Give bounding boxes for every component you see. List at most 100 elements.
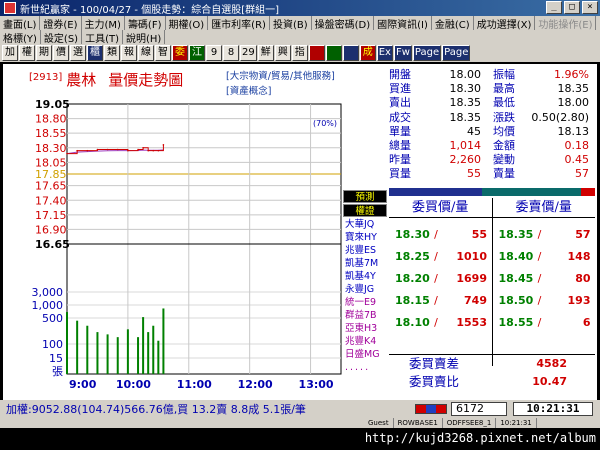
stock-code-input[interactable]: 6172: [451, 402, 507, 416]
toolbar-button[interactable]: 價: [53, 45, 69, 61]
menu-item[interactable]: 操盤密碼(D): [312, 16, 375, 30]
quote-row: 開盤 18.00 振幅 1.96%: [389, 68, 595, 82]
forecast-tab[interactable]: 預測: [343, 190, 387, 203]
warrant-item[interactable]: 大華JQ: [343, 218, 387, 231]
quote-value: 0.18: [564, 138, 590, 152]
book-price: 18.25: [395, 250, 430, 263]
toolbar-button[interactable]: 指: [291, 45, 308, 61]
toolbar-button[interactable]: 鮮: [257, 45, 274, 61]
ask-row[interactable]: 18.50/ 193: [493, 290, 596, 312]
toolbar-button[interactable]: 興: [274, 45, 291, 61]
quote-label: 賣出: [389, 96, 411, 110]
menu-item[interactable]: 功能操作(E): [535, 16, 597, 30]
toolbar-button[interactable]: Page: [442, 45, 471, 61]
warrant-item[interactable]: .....: [343, 361, 387, 374]
quote-label: 總量: [389, 138, 411, 152]
toolbar-button[interactable]: 櫃: [87, 45, 103, 61]
book-volume: 148: [567, 250, 591, 263]
toolbar-button[interactable]: 29: [240, 45, 257, 61]
quote-label: 金額: [493, 138, 515, 152]
bid-row[interactable]: 18.15 / 749: [389, 290, 492, 312]
toolbar-button[interactable]: 江: [189, 45, 205, 61]
menu-item[interactable]: 工具(T): [82, 30, 123, 44]
warrant-item[interactable]: 亞東H3: [343, 322, 387, 335]
quote-label: 賣量: [493, 167, 515, 181]
price-point: [76, 149, 78, 152]
quote-label: 單量: [389, 124, 411, 138]
book-separator: /: [537, 294, 542, 307]
ticker-bar: 加權:9052.88(104.74)566.76億,買 13.2賣 8.8成 5…: [0, 400, 600, 418]
warrant-item[interactable]: 日盛MG: [343, 348, 387, 361]
book-price: 18.40: [498, 250, 534, 263]
toolbar-button[interactable]: 成: [359, 45, 376, 61]
toolbar-button[interactable]: 加: [2, 45, 18, 61]
toolbar-button[interactable]: 選: [70, 45, 86, 61]
toolbar-button[interactable]: 報: [121, 45, 137, 61]
toolbar-button[interactable]: 類: [104, 45, 120, 61]
menu-item[interactable]: 籌碼(F): [125, 16, 166, 30]
toolbar-button[interactable]: 期: [36, 45, 52, 61]
toolbar-button[interactable]: [325, 45, 342, 61]
maximize-button[interactable]: □: [564, 1, 580, 14]
warrant-item[interactable]: 寶來HY: [343, 231, 387, 244]
menu-item[interactable]: 畫面(L): [0, 16, 41, 30]
warrant-item[interactable]: 兆豐ES: [343, 244, 387, 257]
bid-row[interactable]: 18.30 / 55: [389, 224, 492, 246]
toolbar-button[interactable]: 9: [206, 45, 222, 61]
status-server-a: ROWBASE1: [394, 418, 443, 428]
menu-item[interactable]: 格標(Y): [0, 30, 41, 44]
book-volume: 55: [471, 228, 487, 241]
quote-value: 18.00: [449, 68, 482, 81]
toolbar-button[interactable]: Ex: [376, 45, 393, 61]
ask-row[interactable]: 18.45/ 80: [493, 268, 596, 290]
toolbar-button[interactable]: 委: [172, 45, 188, 61]
close-button[interactable]: ×: [582, 1, 598, 14]
time-tick-label: 11:00: [177, 378, 212, 391]
toolbar-button[interactable]: [308, 45, 325, 61]
warrant-item[interactable]: 永豐JG: [343, 283, 387, 296]
price-point: [86, 149, 89, 152]
menu-item[interactable]: 設定(S): [41, 30, 83, 44]
toolbar-button[interactable]: [342, 45, 359, 61]
price-tick-label: 17.40: [35, 194, 67, 207]
warrant-item[interactable]: 統一E9: [343, 296, 387, 309]
warrant-item[interactable]: 兆豐K4: [343, 335, 387, 348]
toolbar-button[interactable]: Fw: [393, 45, 412, 61]
bid-row[interactable]: 18.10 / 1553: [389, 312, 492, 334]
menu-item[interactable]: 成功選擇(X): [474, 16, 536, 30]
ask-row[interactable]: 18.55/ 6: [493, 312, 596, 334]
menu-bar-primary: 畫面(L) 證券(E) 主力(M) 籌碼(F) 期權(O) 匯市利率(R) 投資(B) 操盤密…: [0, 16, 600, 30]
quote-value: 18.35: [449, 110, 482, 124]
menu-item[interactable]: 國際資訊(I): [374, 16, 432, 30]
book-price: 18.35: [498, 228, 534, 241]
footer: http://kujd3268.pixnet.net/album: [0, 428, 600, 450]
menu-item[interactable]: 金融(C): [432, 16, 474, 30]
menu-item[interactable]: 期權(O): [166, 16, 209, 30]
price-point: [116, 148, 119, 151]
toolbar-button[interactable]: 智: [155, 45, 171, 61]
toolbar-button[interactable]: 權: [19, 45, 35, 61]
time-tick-label: 13:00: [299, 378, 334, 391]
warrant-item[interactable]: 群益7B: [343, 309, 387, 322]
menu-item[interactable]: 說明(H): [123, 30, 166, 44]
price-tick-label: 17.15: [35, 209, 67, 222]
time-tick-label: 9:00: [69, 378, 97, 391]
warrant-item[interactable]: 凱基7M: [343, 257, 387, 270]
warrant-item[interactable]: 凱基4Y: [343, 270, 387, 283]
quote-value: 18.00: [557, 96, 590, 110]
ask-row[interactable]: 18.40/ 148: [493, 246, 596, 268]
bid-row[interactable]: 18.25 / 1010: [389, 246, 492, 268]
menu-item[interactable]: 主力(M): [82, 16, 125, 30]
ask-row[interactable]: 18.35/ 57: [493, 224, 596, 246]
warrant-tab[interactable]: 權證: [343, 204, 387, 217]
bid-row[interactable]: 18.20 / 1699: [389, 268, 492, 290]
toolbar-button[interactable]: Page: [412, 45, 442, 61]
toolbar-button[interactable]: 線: [138, 45, 154, 61]
menu-item[interactable]: 證券(E): [40, 16, 82, 30]
minimize-button[interactable]: _: [546, 1, 562, 14]
toolbar-button[interactable]: 8: [223, 45, 239, 61]
menu-item[interactable]: 投資(B): [270, 16, 312, 30]
menu-item[interactable]: 匯市利率(R): [208, 16, 270, 30]
price-volume-chart[interactable]: 19.0518.8018.5518.3018.0517.8517.6517.40…: [3, 64, 387, 400]
book-price: 18.20: [395, 272, 430, 285]
